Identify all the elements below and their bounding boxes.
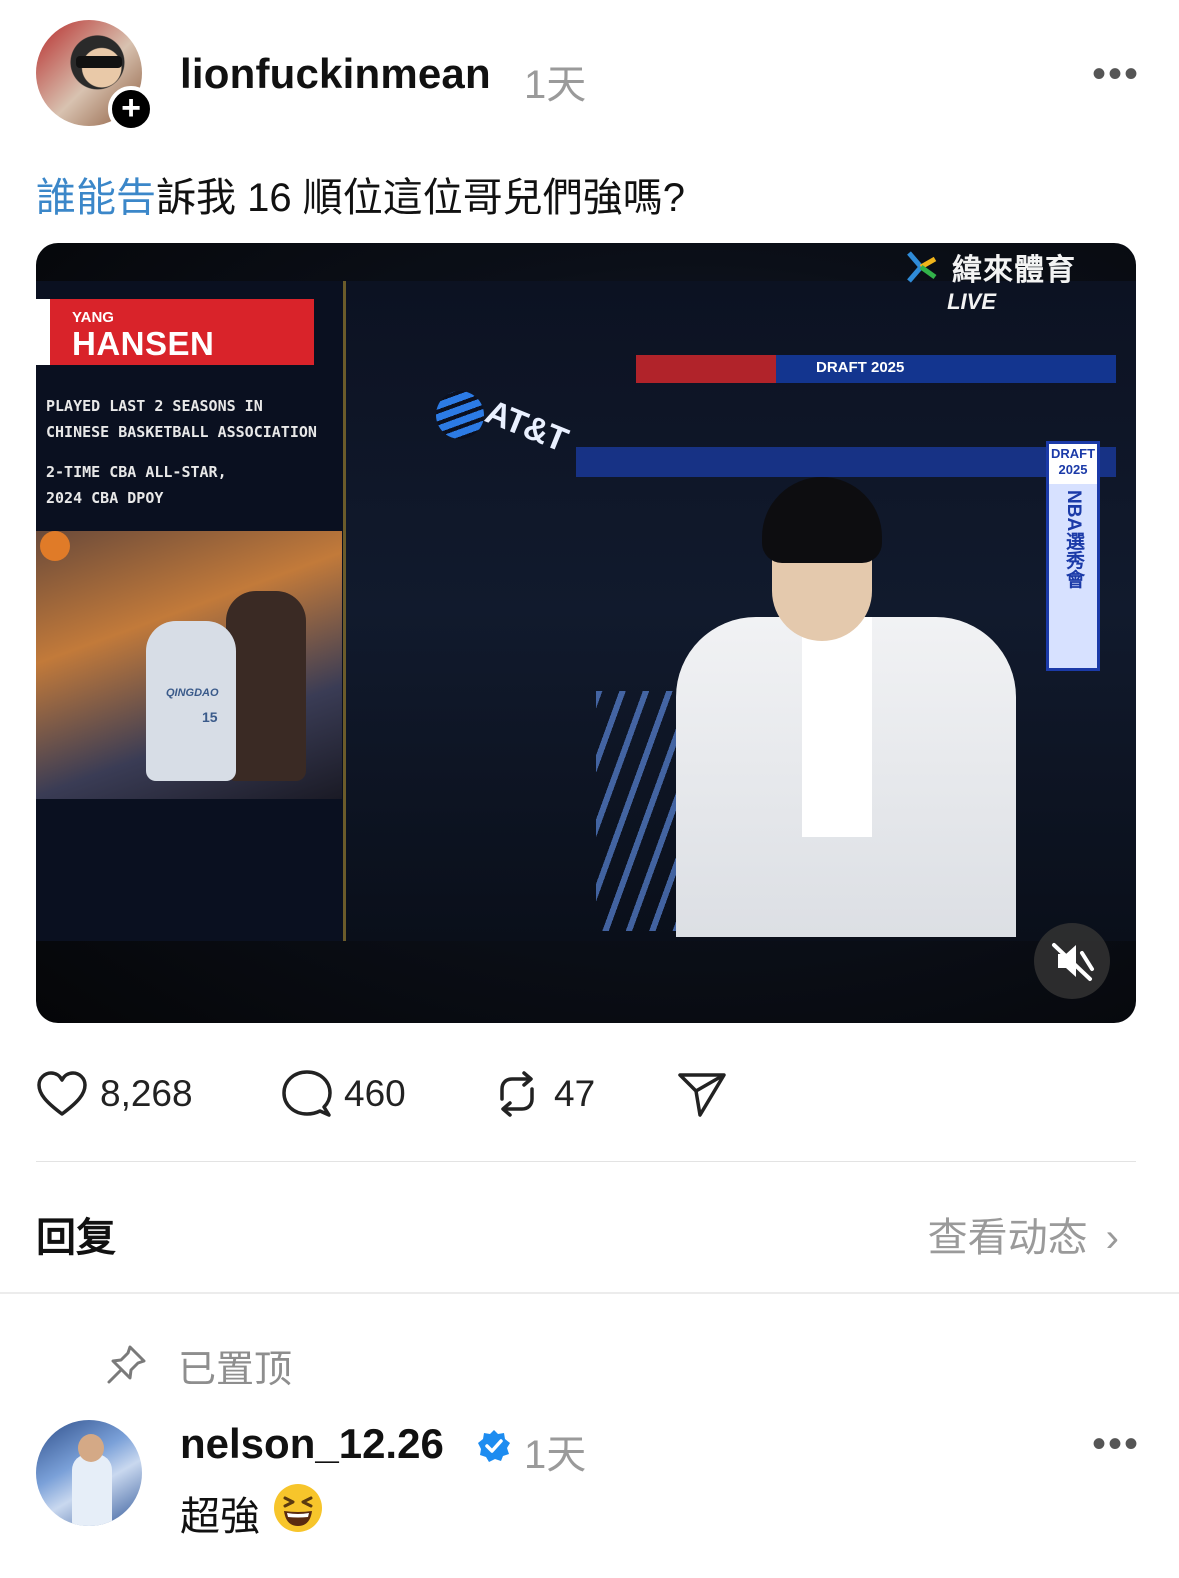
reply-text: 超強 (180, 1495, 260, 1539)
reply-time: 1天 (524, 1433, 587, 1477)
reply-avatar[interactable] (36, 1420, 142, 1526)
comment-count: 460 (344, 1073, 406, 1114)
comment-button[interactable]: 460 (282, 1066, 406, 1122)
stat-line-3: 2-TIME CBA ALL-STAR, (46, 463, 227, 481)
draft-banner: DRAFT 2025 NBA選秀會 (1046, 441, 1100, 671)
muted-speaker-icon (1052, 943, 1094, 981)
stat-line-4: 2024 CBA DPOY (46, 489, 164, 507)
stair-railing (596, 691, 686, 931)
arena-ticker: DRAFT 2025 (636, 355, 1116, 383)
player-first-name: YANG (72, 309, 114, 326)
jersey-team: QINGDAO (166, 687, 219, 699)
replies-title: 回复 (36, 1216, 116, 1260)
view-activity-link[interactable]: 查看动态 › (928, 1205, 1119, 1263)
mute-toggle-button[interactable] (1034, 923, 1110, 999)
arena-ribbon-board (576, 447, 1116, 477)
broadcaster-name: 緯來體育 (952, 254, 1076, 287)
player-name-card: YANG HANSEN (36, 299, 314, 365)
post-caption: 誰能告訴我 16 順位這位哥兒們強嗎? (36, 165, 685, 223)
section-divider (0, 1292, 1179, 1294)
stat-line-2: CHINESE BASKETBALL ASSOCIATION (46, 423, 317, 441)
like-button[interactable]: 8,268 (36, 1066, 193, 1122)
avatar-sunglasses (76, 56, 122, 68)
repost-button[interactable]: 47 (492, 1066, 595, 1122)
pinned-reply: nelson_12.26 1天 ••• 超強 (36, 1418, 1146, 1558)
author-username[interactable]: lionfuckinmean (180, 50, 491, 98)
draft-prospect (676, 477, 1016, 937)
ticker-text: DRAFT 2025 (816, 359, 905, 376)
verified-badge-icon (478, 1430, 510, 1462)
draft-banner-top: DRAFT 2025 (1049, 444, 1097, 484)
repost-count: 47 (554, 1073, 596, 1114)
avatar-player-body (72, 1454, 112, 1526)
name-card-stripe (36, 299, 58, 365)
prospect-hair (762, 477, 882, 563)
repost-icon (500, 1071, 534, 1117)
white-shirt (802, 617, 872, 837)
jersey-number: 15 (202, 709, 218, 725)
post-video[interactable]: YANG HANSEN PLAYED LAST 2 SEASONS IN CHI… (36, 243, 1136, 1023)
grinning-squinting-face-icon (274, 1484, 322, 1532)
comment-icon (282, 1070, 332, 1117)
divider (36, 1161, 1136, 1162)
caption-link[interactable]: 誰能告 (36, 176, 156, 220)
broadcast-screen: YANG HANSEN PLAYED LAST 2 SEASONS IN CHI… (36, 281, 1136, 941)
live-label: LIVE (947, 289, 996, 314)
reply-more-button[interactable]: ••• (1092, 1424, 1140, 1464)
draft-banner-text: NBA選秀會 (1063, 490, 1084, 589)
basketball (40, 531, 70, 561)
share-button[interactable] (676, 1066, 728, 1122)
heart-icon (37, 1071, 87, 1116)
defender-figure (226, 591, 306, 781)
sponsor-name: AT&T (480, 392, 573, 460)
broadcaster-watermark: 緯來體育 LIVE (907, 245, 1076, 315)
reply-username[interactable]: nelson_12.26 (180, 1420, 444, 1468)
post-actions: 8,268 460 47 (36, 1066, 756, 1122)
post-header: + lionfuckinmean 1天 ••• (36, 20, 1146, 132)
view-activity-label: 查看动态 (927, 1216, 1088, 1260)
pinned-label: 已置顶 (178, 1348, 293, 1391)
follow-button[interactable]: + (108, 86, 154, 132)
chevron-right-icon: › (1105, 1216, 1119, 1260)
broadcaster-logo-icon (907, 251, 937, 283)
caption-text: 訴我 16 順位這位哥兒們強嗎? (156, 176, 685, 220)
player-info-panel: YANG HANSEN PLAYED LAST 2 SEASONS IN CHI… (36, 281, 346, 941)
avatar-player-head (78, 1434, 104, 1462)
pin-icon (107, 1345, 146, 1384)
pinned-indicator: 已置顶 (104, 1341, 292, 1391)
player-last-name: HANSEN (72, 325, 215, 362)
player-figure (146, 621, 236, 781)
att-globe-icon (436, 391, 484, 439)
stat-line-1: PLAYED LAST 2 SEASONS IN (46, 397, 263, 415)
player-action-photo: QINGDAO 15 (36, 531, 342, 799)
player-stats: PLAYED LAST 2 SEASONS IN CHINESE BASKETB… (46, 393, 336, 511)
like-count: 8,268 (100, 1073, 193, 1114)
more-options-button[interactable]: ••• (1092, 54, 1140, 94)
post-time: 1天 (524, 63, 587, 107)
share-icon (678, 1073, 726, 1117)
